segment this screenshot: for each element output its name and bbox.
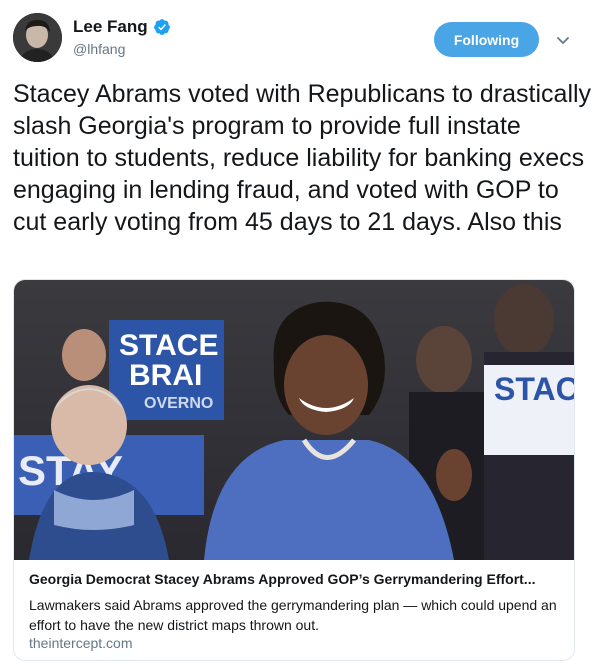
following-button[interactable]: Following xyxy=(434,22,539,57)
svg-text:STAC: STAC xyxy=(494,371,574,407)
svg-text:OVERNO: OVERNO xyxy=(144,395,213,412)
svg-text:BRAI: BRAI xyxy=(129,359,202,392)
card-domain[interactable]: theintercept.com xyxy=(29,635,133,651)
svg-text:STACE: STACE xyxy=(119,329,218,362)
link-card[interactable]: STACE BRAI OVERNO STAY STAC Georgia Demo… xyxy=(13,279,575,661)
tweet-text: Stacey Abrams voted with Republicans to … xyxy=(13,80,592,236)
campaign-sign-right: STAC xyxy=(484,365,574,455)
card-image[interactable]: STACE BRAI OVERNO STAY STAC xyxy=(14,280,574,560)
avatar[interactable] xyxy=(13,13,62,62)
campaign-sign-top: STACE BRAI OVERNO xyxy=(109,320,224,420)
card-description: Lawmakers said Abrams approved the gerry… xyxy=(29,597,557,633)
author-handle[interactable]: @lhfang xyxy=(73,41,125,57)
verified-badge-icon xyxy=(153,19,170,35)
card-title[interactable]: Georgia Democrat Stacey Abrams Approved … xyxy=(29,571,563,587)
author-name[interactable]: Lee Fang xyxy=(73,17,148,37)
chevron-down-icon[interactable] xyxy=(555,32,571,48)
